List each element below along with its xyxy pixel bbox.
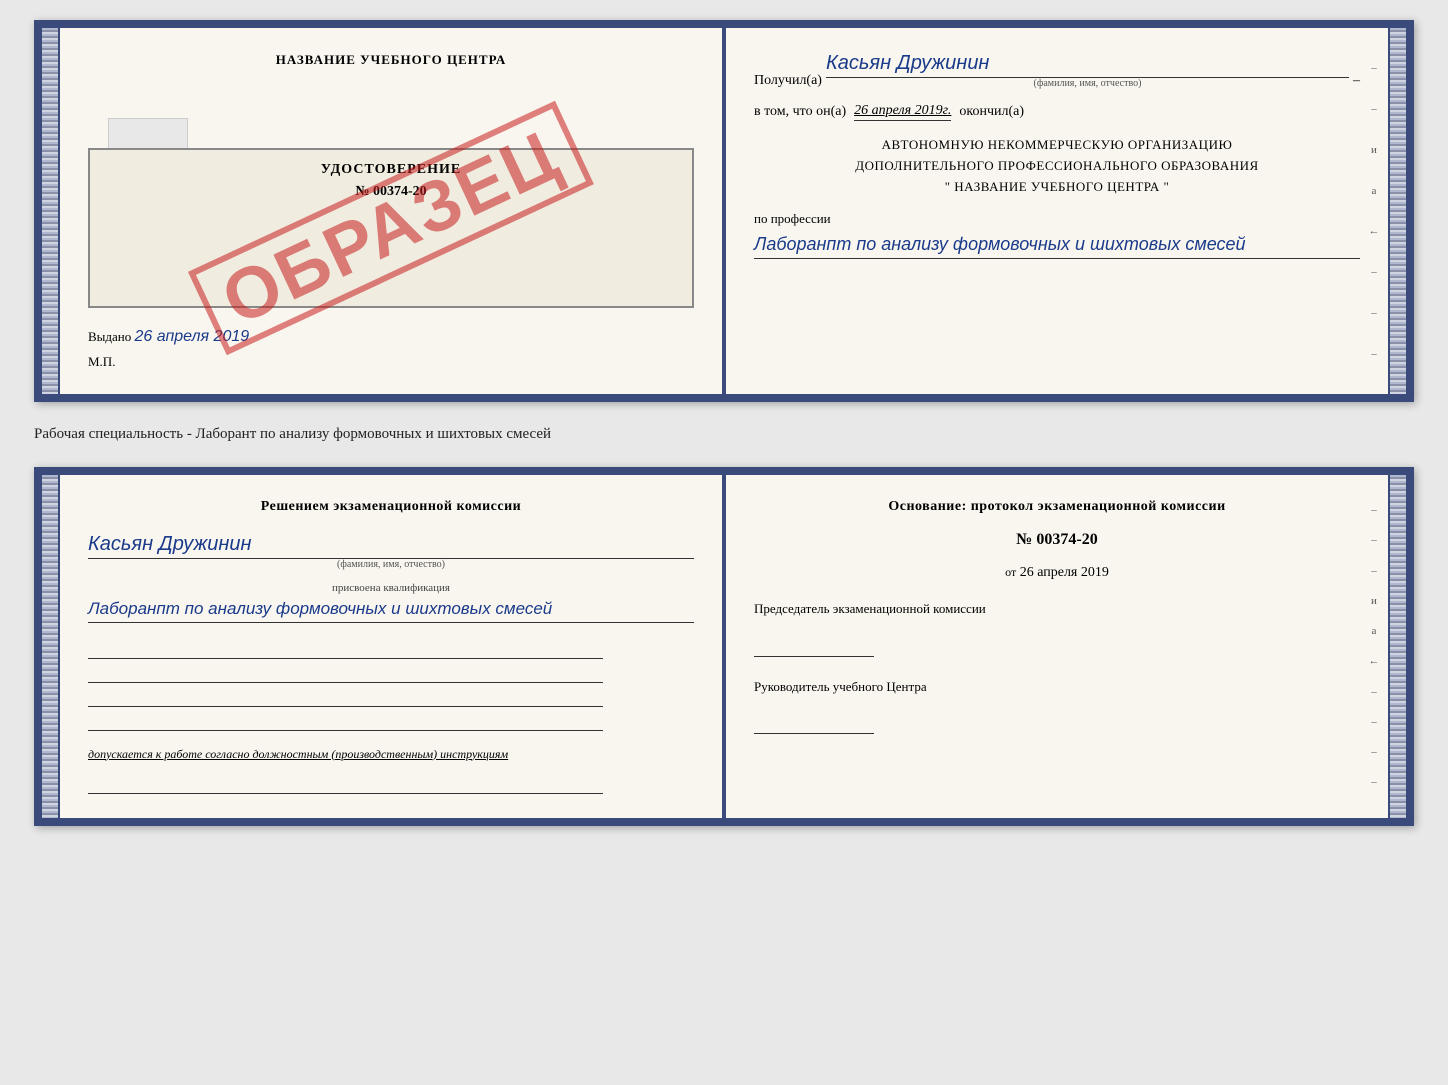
issue-date-value: 26 апреля 2019	[135, 328, 250, 345]
obrazets-stamp: ОБРАЗЕЦ	[188, 101, 594, 356]
protocol-date-value: 26 апреля 2019	[1020, 565, 1109, 580]
top-right-panel: Получил(а) Касьян Дружинин (фамилия, имя…	[726, 28, 1388, 394]
middle-label: Рабочая специальность - Лаборант по анал…	[34, 418, 1414, 451]
person-name-bottom: Касьян Дружинин	[88, 533, 694, 559]
received-prefix: Получил(а)	[754, 73, 822, 89]
bottom-left-panel: Решением экзаменационной комиссии Касьян…	[60, 475, 724, 818]
sig-line-2	[88, 665, 603, 683]
director-title: Руководитель учебного Центра	[754, 677, 1360, 697]
bottom-spine-right	[1388, 475, 1406, 818]
received-sublabel: (фамилия, имя, отчество)	[826, 78, 1349, 89]
signature-lines	[88, 641, 694, 731]
ot-label: от	[1005, 565, 1016, 579]
date-line: в том, что он(а) 26 апреля 2019г. окончи…	[754, 103, 1360, 121]
received-line: Получил(а) Касьян Дружинин (фамилия, имя…	[754, 52, 1360, 89]
director-sig	[754, 716, 874, 734]
profession-prefix: по профессии	[754, 211, 831, 226]
spine-left	[42, 28, 60, 394]
sig-line-4	[88, 713, 603, 731]
cert-number: № 00374-20	[106, 184, 676, 200]
chairman-block: Председатель экзаменационной комиссии	[754, 599, 1360, 657]
date-value: 26 апреля 2019г.	[854, 103, 951, 121]
decision-title: Решением экзаменационной комиссии	[88, 499, 694, 515]
org-line2: ДОПОЛНИТЕЛЬНОГО ПРОФЕССИОНАЛЬНОГО ОБРАЗО…	[754, 156, 1360, 177]
sig-line-5	[88, 776, 603, 794]
dash-sep: –	[1353, 73, 1360, 89]
org-line1: АВТОНОМНУЮ НЕКОММЕРЧЕСКУЮ ОРГАНИЗАЦИЮ	[754, 135, 1360, 156]
qual-value: Лаборанпт по анализу формовочных и шихто…	[88, 596, 694, 623]
bottom-right-marks: – – – и а ← – – – –	[1360, 475, 1388, 818]
org-name-block: АВТОНОМНУЮ НЕКОММЕРЧЕСКУЮ ОРГАНИЗАЦИЮ ДО…	[754, 135, 1360, 197]
received-name: Касьян Дружинин	[826, 52, 1349, 78]
basis-title: Основание: протокол экзаменационной коми…	[754, 499, 1360, 515]
profession-value: Лаборанпт по анализу формовочных и шихто…	[754, 231, 1360, 259]
protocol-date: от 26 апреля 2019	[754, 565, 1360, 581]
certificate-box: УДОСТОВЕРЕНИЕ № 00374-20 ОБРАЗЕЦ	[88, 148, 694, 308]
bottom-document: Решением экзаменационной комиссии Касьян…	[34, 467, 1414, 826]
issue-label: Выдано	[88, 329, 131, 344]
chairman-title: Председатель экзаменационной комиссии	[754, 599, 1360, 619]
admission-text: допускается к работе согласно должностны…	[88, 747, 694, 762]
qualification-block: присвоена квалификация Лаборанпт по анал…	[88, 580, 694, 623]
top-left-panel: НАЗВАНИЕ УЧЕБНОГО ЦЕНТРА УДОСТОВЕРЕНИЕ №…	[60, 28, 724, 394]
right-marks: – – и а ← – – –	[1360, 28, 1388, 394]
issue-date: Выдано 26 апреля 2019	[88, 328, 694, 346]
bottom-right-panel: Основание: протокол экзаменационной коми…	[726, 475, 1388, 818]
qual-label: присвоена квалификация	[88, 582, 694, 594]
director-block: Руководитель учебного Центра	[754, 677, 1360, 735]
sig-line-1	[88, 641, 603, 659]
protocol-number: № 00374-20	[754, 531, 1360, 549]
date-prefix: в том, что он(а)	[754, 104, 846, 120]
school-name-top: НАЗВАНИЕ УЧЕБНОГО ЦЕНТРА	[88, 52, 694, 68]
date-suffix: окончил(а)	[959, 104, 1024, 120]
spine-right	[1388, 28, 1406, 394]
cert-title: УДОСТОВЕРЕНИЕ	[106, 162, 676, 178]
sig-line-3	[88, 689, 603, 707]
bottom-spine-left	[42, 475, 60, 818]
person-block: Касьян Дружинин (фамилия, имя, отчество)	[88, 529, 694, 570]
org-line3: " НАЗВАНИЕ УЧЕБНОГО ЦЕНТРА "	[754, 177, 1360, 198]
profession-line: по профессии Лаборанпт по анализу формов…	[754, 211, 1360, 259]
chairman-sig	[754, 639, 874, 657]
person-sublabel: (фамилия, имя, отчество)	[88, 559, 694, 570]
mp-line: М.П.	[88, 354, 694, 370]
top-document: НАЗВАНИЕ УЧЕБНОГО ЦЕНТРА УДОСТОВЕРЕНИЕ №…	[34, 20, 1414, 402]
